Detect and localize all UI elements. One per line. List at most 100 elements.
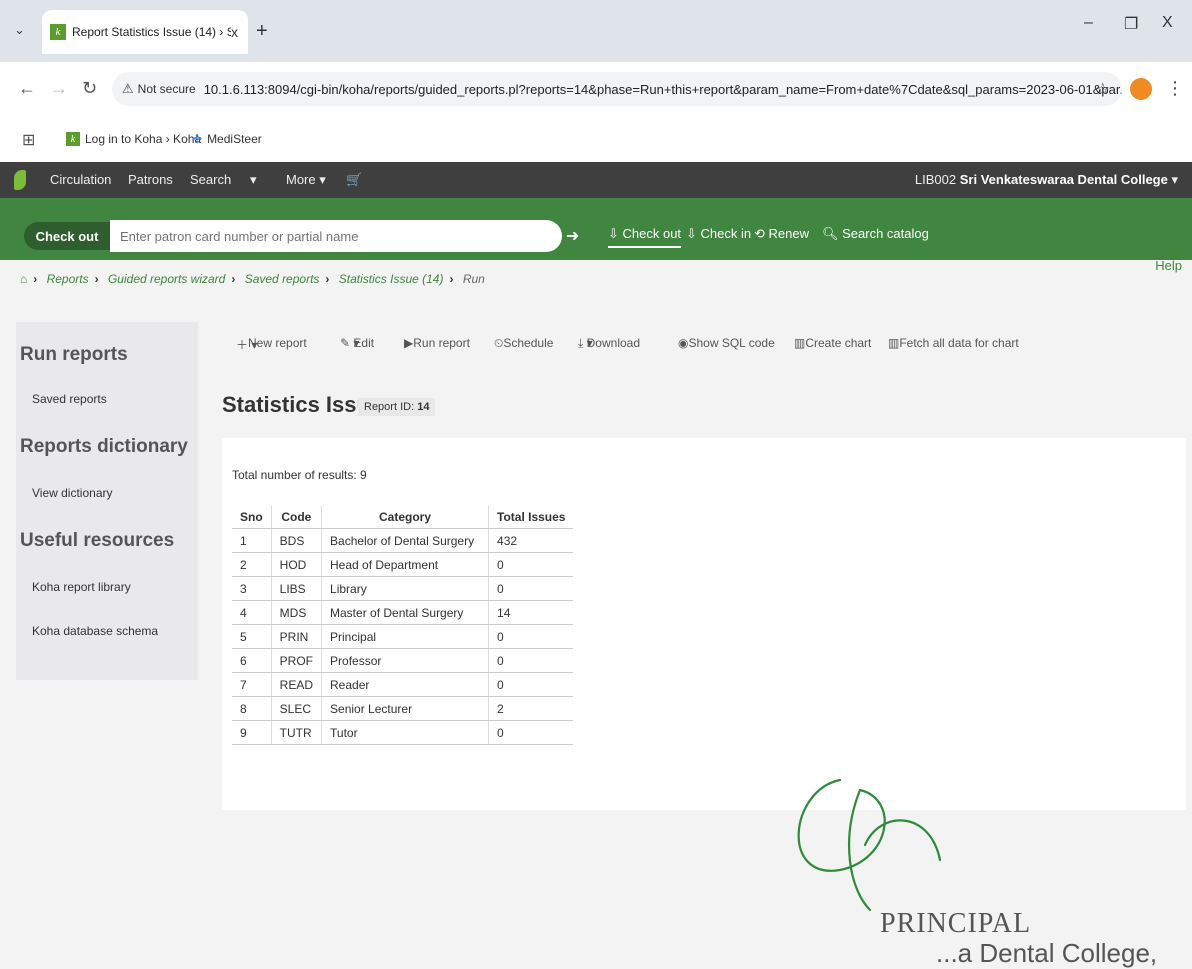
- new-tab-button[interactable]: +: [256, 20, 268, 43]
- cell-total: 432: [488, 528, 574, 553]
- quick-link-label: Check out: [622, 226, 682, 241]
- reload-icon[interactable]: ↻: [82, 78, 97, 99]
- btn-label: Create chart: [805, 336, 872, 350]
- btn-label: Edit: [353, 336, 375, 350]
- bookmark-medisteer[interactable]: ✣ MediSteer: [192, 132, 262, 146]
- stamp-line-college: ...a Dental College,: [936, 938, 1158, 968]
- fetch-all-button[interactable]: ▥ Fetch all data for chart: [888, 336, 1019, 350]
- cell-total: 0: [488, 576, 574, 601]
- table-row: 8 SLEC Senior Lecturer 2: [232, 696, 574, 721]
- cell-category: Professor: [321, 648, 489, 673]
- btn-label: New report: [248, 336, 307, 350]
- help-link[interactable]: Help: [1155, 258, 1182, 273]
- sidebar-heading-resources: Useful resources: [20, 530, 175, 551]
- medisteer-icon: ✣: [192, 132, 203, 146]
- cell-total: 0: [488, 552, 574, 577]
- cell-category: Bachelor of Dental Surgery: [321, 528, 489, 553]
- tab-list-chevron-icon[interactable]: ⌄: [14, 22, 25, 38]
- quick-link-label: Renew: [768, 226, 809, 241]
- cell-total: 0: [488, 720, 574, 745]
- table-row: 3 LIBS Library 0: [232, 576, 574, 601]
- koha-logo-icon[interactable]: [14, 170, 26, 190]
- apps-grid-icon[interactable]: ⊞: [22, 130, 35, 150]
- cell-category: Tutor: [321, 720, 489, 745]
- url-text[interactable]: 10.1.6.113:8094/cgi-bin/koha/reports/gui…: [204, 82, 1122, 97]
- checkout-search-tab[interactable]: Check out: [24, 222, 110, 250]
- col-header-sno: Sno: [232, 506, 272, 529]
- table-row: 5 PRIN Principal 0: [232, 624, 574, 649]
- table-row: 7 READ Reader 0: [232, 672, 574, 697]
- quick-check-out[interactable]: ⇩ Check out: [608, 226, 682, 248]
- quick-link-label: Search catalog: [842, 226, 929, 241]
- minimize-icon[interactable]: –: [1084, 14, 1093, 32]
- nav-more[interactable]: More ▾: [286, 172, 326, 188]
- sidebar-item-db-schema[interactable]: Koha database schema: [32, 624, 158, 638]
- bookmark-koha[interactable]: k Log in to Koha › Koha: [66, 132, 201, 146]
- library-code: LIB002: [914, 172, 957, 187]
- new-report-button[interactable]: ＋ New report ▾: [236, 336, 307, 353]
- breadcrumb-current: Run: [462, 272, 485, 286]
- sidebar-item-view-dictionary[interactable]: View dictionary: [32, 486, 112, 500]
- cell-total: 2: [488, 696, 574, 721]
- back-icon[interactable]: ←: [18, 78, 36, 99]
- show-sql-button[interactable]: ◉ Show SQL code: [678, 336, 775, 350]
- breadcrumb-report[interactable]: Statistics Issue (14): [339, 272, 444, 286]
- quick-search-catalog[interactable]: 🔍︎ Search catalog: [822, 226, 929, 242]
- nav-search[interactable]: Search: [190, 172, 231, 187]
- library-selector[interactable]: LIB002 Sri Venkateswaraa Dental College …: [915, 172, 1178, 188]
- patron-search-input[interactable]: [110, 220, 562, 252]
- quick-renew[interactable]: ⟲ Renew: [754, 226, 809, 242]
- create-chart-button[interactable]: ▥ Create chart: [794, 336, 871, 350]
- not-secure-label[interactable]: Not secure: [138, 82, 196, 96]
- forward-icon[interactable]: →: [50, 78, 68, 99]
- bookmark-star-icon[interactable]: ☆: [1096, 79, 1110, 99]
- cell-sno: 9: [232, 720, 272, 745]
- cell-code: MDS: [270, 600, 322, 625]
- results-table: Sno Code Category Total Issues 1 BDS Bac…: [232, 506, 574, 745]
- sidebar-item-saved-reports[interactable]: Saved reports: [32, 392, 107, 406]
- tab-close-icon[interactable]: x: [231, 24, 238, 40]
- total-results: Total number of results: 9: [232, 468, 367, 482]
- btn-label: Download: [586, 336, 641, 350]
- stamp-line-principal: PRINCIPAL: [880, 908, 1032, 939]
- search-dropdown-caret-icon[interactable]: ▾: [250, 172, 257, 188]
- cell-category: Master of Dental Surgery: [321, 600, 489, 625]
- cell-sno: 7: [232, 672, 272, 697]
- cell-total: 14: [488, 600, 574, 625]
- restore-icon[interactable]: ❐: [1124, 14, 1138, 34]
- quick-check-in[interactable]: ⇩ Check in: [686, 226, 751, 242]
- nav-patrons[interactable]: Patrons: [128, 172, 173, 187]
- schedule-button[interactable]: ⏲ Schedule: [494, 336, 553, 351]
- breadcrumb-guided-wizard[interactable]: Guided reports wizard: [108, 272, 225, 286]
- koha-top-nav: Circulation Patrons Search ▾ More ▾ 🛒 LI…: [0, 162, 1192, 198]
- address-bar[interactable]: ⚠ Not secure 10.1.6.113:8094/cgi-bin/koh…: [112, 72, 1122, 106]
- table-row: 2 HOD Head of Department 0: [232, 552, 574, 577]
- browser-menu-icon[interactable]: ⋮: [1166, 78, 1184, 99]
- run-report-button[interactable]: ▶ Run report: [404, 336, 470, 350]
- download-button[interactable]: ⤓ Download ▾: [578, 336, 640, 351]
- breadcrumb-saved-reports[interactable]: Saved reports: [245, 272, 320, 286]
- cell-sno: 4: [232, 600, 272, 625]
- cart-icon[interactable]: 🛒: [346, 172, 362, 188]
- library-name: Sri Venkateswaraa Dental College: [959, 172, 1168, 187]
- nav-circulation[interactable]: Circulation: [50, 172, 111, 187]
- browser-tab-active[interactable]: k Report Statistics Issue (14) › Sa x: [42, 10, 248, 54]
- nav-more-label: More: [286, 172, 316, 187]
- koha-favicon-icon: k: [66, 132, 80, 146]
- sidebar-heading-run-reports: Run reports: [20, 344, 128, 365]
- profile-avatar[interactable]: [1130, 78, 1152, 100]
- sidebar-item-report-library[interactable]: Koha report library: [32, 580, 131, 594]
- koha-search-bar: Check out ➜ ⇩ Check out ⇩ Check in ⟲ Ren…: [0, 198, 1192, 260]
- breadcrumb-reports[interactable]: Reports: [47, 272, 89, 286]
- edit-button[interactable]: ✎ Edit ▾: [340, 336, 374, 350]
- cell-code: BDS: [270, 528, 322, 553]
- report-id-label: Report ID:: [364, 401, 415, 413]
- report-id-value: 14: [417, 401, 430, 413]
- cell-category: Senior Lecturer: [321, 696, 489, 721]
- window-close-icon[interactable]: X: [1162, 14, 1173, 32]
- submit-arrow-icon[interactable]: ➜: [566, 226, 579, 246]
- cell-code: SLEC: [270, 696, 322, 721]
- home-icon[interactable]: ⌂: [20, 272, 27, 286]
- cell-category: Principal: [321, 624, 489, 649]
- handwritten-signature: [797, 778, 942, 912]
